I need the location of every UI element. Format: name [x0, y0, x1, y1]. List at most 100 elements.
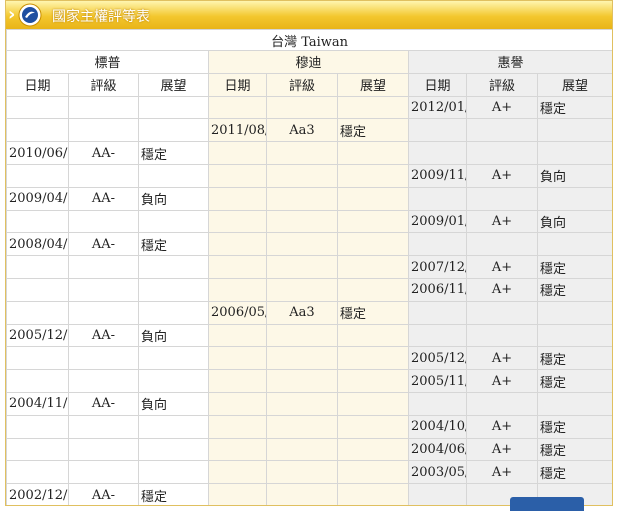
rating-cell-date	[408, 391, 467, 416]
rating-cell-date	[208, 95, 267, 120]
rating-cell-rating	[266, 483, 338, 505]
rating-cell-outlook	[337, 437, 409, 462]
rating-cell-date: 2002/12/17	[6, 483, 69, 505]
rating-cell-rating: Aa3	[266, 300, 338, 325]
rating-cell-rating	[68, 163, 139, 188]
rating-cell-date: 2003/05/29	[408, 460, 467, 485]
rating-cell-date: 2004/10/26	[408, 414, 467, 439]
rating-cell-rating	[266, 277, 338, 302]
rating-cell-date: 2005/11/10	[408, 369, 467, 393]
rating-cell-date: 2006/11/13	[408, 277, 467, 302]
rating-cell-outlook	[337, 277, 409, 302]
rating-cell-date	[208, 163, 267, 188]
rating-cell-rating	[266, 369, 338, 393]
rating-cell-date	[408, 232, 467, 257]
rating-cell-rating	[266, 209, 338, 234]
rating-cell-outlook	[337, 232, 409, 257]
rating-cell-rating: AA-	[68, 323, 139, 348]
rating-cell-outlook	[138, 414, 209, 439]
column-header: 評級	[466, 72, 538, 97]
rating-cell-outlook	[536, 118, 612, 143]
rating-cell-date	[6, 209, 69, 234]
rating-cell-date	[6, 277, 69, 302]
table-row: 2003/05/29A+穩定	[6, 460, 612, 485]
table-row: 2012/01/17A+穩定	[6, 95, 612, 120]
rating-cell-date	[6, 163, 69, 188]
table-row: 2005/12/21AA-負向	[6, 323, 612, 348]
rating-cell-rating: A+	[466, 346, 538, 371]
rating-cell-rating	[466, 186, 538, 211]
rating-cell-rating: A+	[466, 163, 538, 188]
rating-cell-rating	[266, 391, 338, 416]
rating-cell-outlook	[138, 255, 209, 279]
rating-cell-rating	[266, 460, 338, 485]
rating-cell-date	[6, 460, 69, 485]
rating-cell-date: 2006/05/24	[208, 300, 267, 325]
rating-cell-date	[6, 369, 69, 393]
rating-cell-rating	[68, 118, 139, 143]
rating-cell-rating	[266, 346, 338, 371]
rating-cell-outlook: 穩定	[536, 414, 612, 439]
rating-cell-rating: A+	[466, 437, 538, 462]
rating-cell-rating	[266, 163, 338, 188]
rating-cell-outlook	[138, 163, 209, 188]
rating-cell-rating	[68, 460, 139, 485]
rating-cell-rating: AA-	[68, 232, 139, 257]
rating-cell-rating	[266, 141, 338, 165]
rating-cell-outlook: 穩定	[536, 95, 612, 120]
rating-cell-outlook: 穩定	[337, 300, 409, 325]
table-row: 2004/06/17A+穩定	[6, 437, 612, 462]
rating-cell-rating	[266, 186, 338, 211]
rating-cell-outlook	[337, 186, 409, 211]
rating-cell-outlook	[138, 460, 209, 485]
rating-cell-outlook: 負向	[138, 186, 209, 211]
rating-cell-rating: AA-	[68, 141, 139, 165]
rating-cell-date	[6, 414, 69, 439]
rating-cell-outlook	[138, 277, 209, 302]
rating-cell-rating: AA-	[68, 483, 139, 505]
rating-cell-date	[6, 118, 69, 143]
rating-cell-outlook: 穩定	[138, 483, 209, 505]
rating-cell-date: 2009/11/23	[408, 163, 467, 188]
rating-cell-date	[208, 346, 267, 371]
rating-cell-outlook: 穩定	[536, 437, 612, 462]
table-row: 2007/12/04A+穩定	[6, 255, 612, 279]
agency-fitch: 惠譽	[407, 50, 612, 74]
rating-cell-rating	[68, 95, 139, 120]
rating-cell-date	[208, 186, 267, 211]
rating-cell-date	[208, 255, 267, 279]
column-header: 評級	[266, 72, 338, 97]
agency-header-row: 標普 穆迪 惠譽	[6, 50, 612, 74]
rating-cell-date	[208, 437, 267, 462]
rating-cell-outlook: 穩定	[337, 118, 409, 143]
rating-cell-outlook	[337, 163, 409, 188]
rating-cell-rating	[466, 232, 538, 257]
rating-cell-outlook: 穩定	[138, 232, 209, 257]
rating-cell-rating	[466, 391, 538, 416]
rating-cell-date	[208, 232, 267, 257]
rating-cell-date	[408, 186, 467, 211]
rating-cell-rating: A+	[466, 369, 538, 393]
rating-cell-rating	[466, 300, 538, 325]
table-row: 2004/10/26A+穩定	[6, 414, 612, 439]
rating-cell-date	[208, 460, 267, 485]
rating-cell-outlook	[337, 369, 409, 393]
agency-sp: 標普	[6, 50, 209, 74]
rating-cell-date	[208, 414, 267, 439]
rating-cell-rating	[68, 414, 139, 439]
rating-cell-rating	[68, 277, 139, 302]
rating-cell-outlook: 穩定	[536, 255, 612, 279]
column-header-row: 日期 評級 展望 日期 評級 展望 日期 評級 展望	[6, 72, 612, 97]
rating-cell-outlook	[337, 95, 409, 120]
panel-header: › 國家主權評等表	[6, 1, 612, 30]
rating-cell-outlook	[138, 300, 209, 325]
rating-cell-outlook	[138, 437, 209, 462]
rating-cell-date: 2011/08/25	[208, 118, 267, 143]
partial-footer-button[interactable]	[510, 497, 584, 511]
rating-cell-date	[408, 300, 467, 325]
rating-cell-date	[408, 141, 467, 165]
sovereign-rating-panel: › 國家主權評等表 台灣 Taiwan 標普 穆迪 惠譽 日期 評級 展望 日期…	[5, 0, 613, 506]
rating-cell-rating	[68, 209, 139, 234]
table-row: 2009/11/23A+負向	[6, 163, 612, 188]
rating-cell-outlook	[536, 232, 612, 257]
